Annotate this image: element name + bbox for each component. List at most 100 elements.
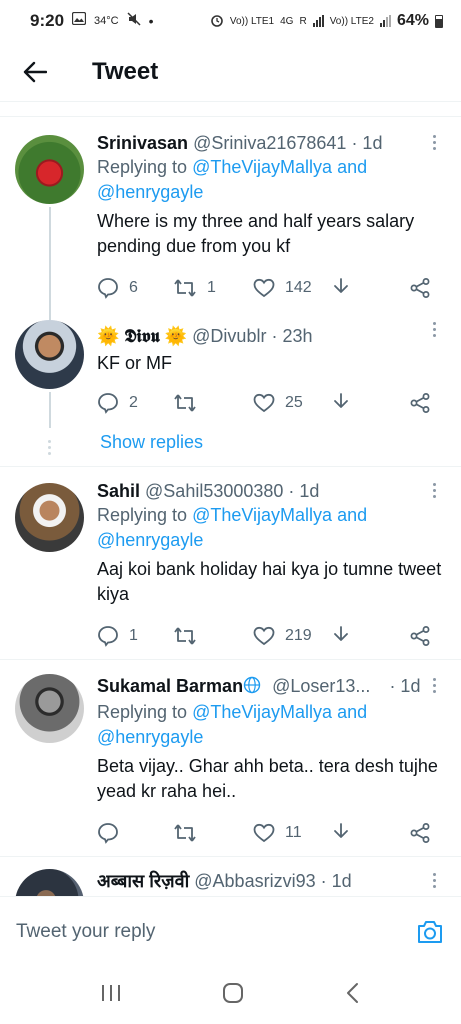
home-button[interactable] [221, 981, 245, 1010]
battery-icon [435, 14, 443, 28]
share-icon [410, 278, 430, 298]
display-name[interactable]: अब्बास रिज़वी [97, 871, 189, 891]
display-name[interactable]: 𝕯𝖎𝖛𝖚 [124, 326, 159, 347]
avatar[interactable] [15, 483, 84, 552]
reply-icon [98, 626, 118, 647]
tweet-card[interactable]: Srinivasan @Sriniva21678641 · 1d Replyin… [0, 117, 461, 310]
handle: @Loser13... [272, 676, 371, 696]
like-button[interactable]: 11 [253, 823, 302, 843]
share-button[interactable] [409, 277, 431, 299]
retweet-button[interactable]: 1 [173, 278, 216, 298]
tweet-card[interactable]: अब्बास रिज़वी @Abbasrizvi93 · 1d [0, 857, 461, 896]
page-title: Tweet [92, 57, 159, 85]
more-options-button[interactable] [429, 483, 439, 498]
replies-feed[interactable]: Srinivasan @Sriniva21678641 · 1d Replyin… [0, 116, 461, 896]
share-button[interactable] [409, 822, 431, 844]
retweet-icon [174, 279, 196, 297]
tweet-meta: Srinivasan @Sriniva21678641 · 1d [97, 131, 445, 155]
more-options-button[interactable] [429, 322, 439, 337]
reply-button[interactable]: 2 [97, 392, 138, 414]
tweet-meta: Sahil @Sahil53000380 · 1d [97, 479, 445, 503]
tweet-card[interactable]: Sahil @Sahil53000380 · 1d Replying to @T… [0, 467, 461, 659]
like-button[interactable]: 25 [253, 393, 303, 413]
retweet-button[interactable] [173, 626, 197, 646]
share-button[interactable] [409, 392, 431, 414]
retweet-button[interactable] [173, 823, 197, 843]
avatar[interactable] [15, 135, 84, 204]
like-button[interactable]: 142 [253, 278, 312, 298]
back-nav-button[interactable] [345, 982, 361, 1009]
signal-icon [312, 15, 324, 27]
share-button[interactable] [409, 625, 431, 647]
reply-button[interactable] [97, 822, 119, 844]
home-icon [223, 982, 244, 1003]
tweet-actions: 11 [97, 818, 445, 848]
display-name[interactable]: Sahil [97, 481, 140, 501]
tweet-card[interactable]: Sukamal Barman @Loser13... · 1d Replying… [0, 660, 461, 856]
avatar[interactable] [15, 869, 84, 896]
retweet-icon [174, 394, 196, 412]
reply-count: 6 [129, 279, 138, 296]
gallery-icon [71, 11, 87, 30]
display-name[interactable]: Srinivasan [97, 133, 188, 153]
mention-link[interactable]: @henrygayle [97, 182, 203, 202]
tweet-text: Aaj koi bank holiday hai kya jo tumne tw… [97, 559, 442, 604]
reply-input[interactable]: Tweet your reply [16, 921, 415, 943]
more-options-button[interactable] [429, 678, 439, 693]
tweet-text: KF or MF [97, 353, 172, 373]
handle: @Divublr · 23h [192, 326, 313, 346]
avatar[interactable] [15, 320, 84, 389]
camera-button[interactable] [415, 917, 445, 947]
thread-line [49, 392, 51, 428]
chevron-left-icon [347, 982, 359, 1003]
replying-to: Replying to @TheVijayMallya and @henryga… [97, 505, 368, 550]
download-icon [334, 823, 348, 838]
tweet-meta: Sukamal Barman @Loser13... · 1d [97, 674, 445, 700]
download-button[interactable] [331, 392, 351, 414]
share-icon [410, 823, 430, 843]
top-app-bar: Tweet [0, 42, 461, 102]
more-options-button[interactable] [429, 873, 439, 888]
alarm-icon [210, 13, 224, 30]
avatar[interactable] [15, 674, 84, 743]
like-count: 11 [285, 824, 302, 841]
tweet-text: Beta vijay.. Ghar ahh beta.. tera desh t… [97, 756, 438, 801]
handle: @Sahil53000380 · 1d [145, 481, 320, 501]
reply-icon [98, 823, 118, 844]
mention-link[interactable]: @TheVijayMallya [192, 157, 332, 177]
show-replies-link[interactable]: Show replies [100, 432, 203, 453]
signal-icon [379, 15, 391, 27]
mute-icon [127, 11, 141, 31]
retweet-button[interactable] [173, 393, 197, 413]
download-button[interactable] [331, 277, 351, 299]
reply-composer-bar[interactable]: Tweet your reply [0, 896, 461, 966]
like-button[interactable]: 219 [253, 626, 312, 646]
recents-icon [101, 984, 120, 1001]
thread-line [49, 310, 51, 320]
share-icon [410, 626, 430, 646]
heart-icon [253, 393, 275, 413]
handle: @Sriniva21678641 · 1d [193, 133, 383, 153]
camera-icon [418, 920, 442, 943]
replying-to: Replying to @TheVijayMallya and @henryga… [97, 702, 368, 747]
more-options-button[interactable] [429, 135, 439, 150]
retweet-icon [174, 627, 196, 645]
mention-link[interactable]: @TheVijayMallya [192, 702, 332, 722]
back-button[interactable] [0, 42, 70, 102]
mention-link[interactable]: @henrygayle [97, 530, 203, 550]
reply-button[interactable]: 1 [97, 625, 138, 647]
recents-button[interactable] [100, 983, 122, 1008]
download-button[interactable] [331, 822, 351, 844]
reply-button[interactable]: 6 [97, 277, 138, 299]
mention-link[interactable]: @TheVijayMallya [192, 505, 332, 525]
mention-link[interactable]: @henrygayle [97, 727, 203, 747]
handle: @Abbasrizvi93 · 1d [194, 871, 352, 891]
download-button[interactable] [331, 625, 351, 647]
display-name[interactable]: Sukamal Barman [97, 676, 243, 696]
heart-icon [253, 823, 275, 843]
tweet-card[interactable]: 🌞 𝕯𝖎𝖛𝖚 🌞 @Divublr · 23h KF or MF 2 25 Sh… [0, 310, 461, 466]
status-bar: 9:20 34°C • Vo)) LTE1 4G R Vo)) LTE2 64% [0, 0, 461, 42]
battery-level: 64% [396, 12, 429, 29]
tweet-actions: 6 1 142 [97, 273, 445, 303]
collapsed-thread-dots [48, 440, 51, 455]
